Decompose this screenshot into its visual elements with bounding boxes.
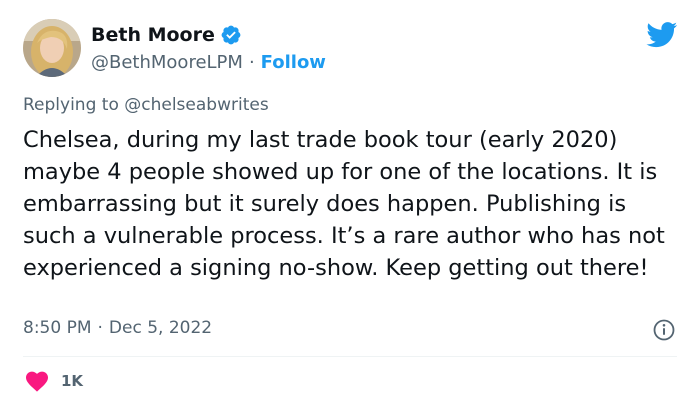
like-action[interactable]: 1K bbox=[25, 370, 83, 392]
name-row: Beth Moore bbox=[91, 21, 326, 49]
timestamp-separator: · bbox=[97, 318, 103, 338]
handle-row: @BethMooreLPM · Follow bbox=[91, 49, 326, 75]
divider bbox=[23, 356, 677, 357]
author-name[interactable]: Beth Moore bbox=[91, 24, 215, 46]
replying-to: Replying to @chelseabwrites bbox=[23, 95, 269, 115]
author-identity: Beth Moore @BethMooreLPM · Follow bbox=[91, 21, 326, 75]
tweet-card: Beth Moore @BethMooreLPM · Follow Replyi… bbox=[0, 0, 700, 410]
info-icon[interactable] bbox=[652, 318, 676, 342]
tweet-time: 8:50 PM bbox=[23, 318, 92, 338]
avatar-image bbox=[23, 19, 81, 77]
like-count: 1K bbox=[61, 372, 84, 390]
heart-icon[interactable] bbox=[25, 370, 49, 392]
replying-to-label: Replying to bbox=[23, 95, 119, 115]
tweet-date: Dec 5, 2022 bbox=[108, 318, 213, 338]
author-handle[interactable]: @BethMooreLPM bbox=[91, 52, 243, 73]
follow-button[interactable]: Follow bbox=[261, 52, 326, 73]
reply-mention-link[interactable]: @chelseabwrites bbox=[124, 95, 268, 115]
tweet-header: Beth Moore @BethMooreLPM · Follow bbox=[23, 18, 326, 78]
twitter-bird-icon[interactable] bbox=[646, 22, 678, 48]
handle-separator: · bbox=[248, 51, 255, 73]
avatar[interactable] bbox=[23, 19, 81, 77]
verified-badge-icon bbox=[220, 24, 242, 46]
tweet-timestamp[interactable]: 8:50 PM · Dec 5, 2022 bbox=[23, 318, 212, 338]
tweet-text: Chelsea, during my last trade book tour … bbox=[23, 127, 665, 281]
